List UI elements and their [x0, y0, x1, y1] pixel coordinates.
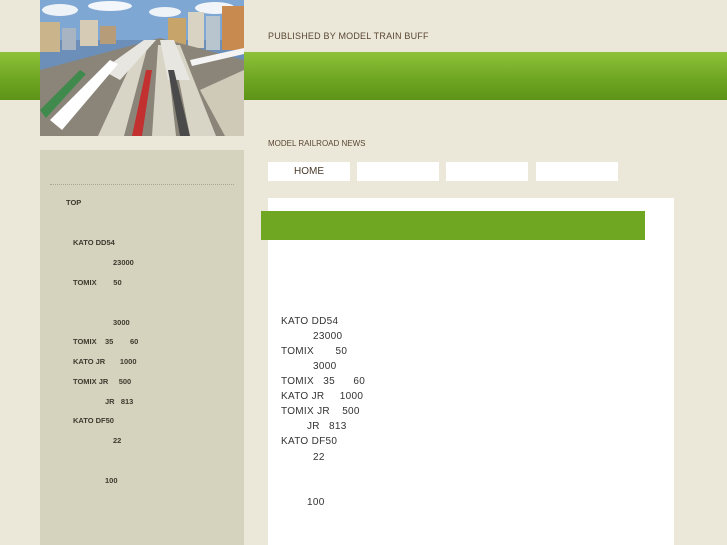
sidebar-item[interactable]: 23000	[113, 258, 134, 267]
main-content: KATO DD54 23000 TOMIX 50 3000 TOMIX 35 6…	[268, 198, 674, 545]
sidebar-item[interactable]: 22	[113, 436, 121, 445]
sidebar-item[interactable]: 3000	[113, 318, 130, 327]
site-name[interactable]: MODEL RAILROAD NEWS	[268, 139, 366, 148]
nav-home-button[interactable]: HOME	[268, 162, 350, 181]
sidebar-item[interactable]: KATO DD54	[73, 238, 115, 247]
sidebar: TOP KATO DD54 23000 TOMIX 50 3000 TOMIX …	[40, 150, 244, 545]
sidebar-divider	[50, 184, 234, 185]
sidebar-item[interactable]: TOMIX 35 60	[73, 337, 138, 346]
sidebar-item[interactable]: 100	[105, 476, 118, 485]
nav-button-4[interactable]	[536, 162, 618, 181]
nav-button-3[interactable]	[446, 162, 528, 181]
content-line: 23000	[313, 331, 343, 342]
sidebar-item[interactable]: TOMIX 50	[73, 278, 122, 287]
content-line: TOMIX JR 500	[281, 406, 360, 417]
publisher-text: PUBLISHED BY MODEL TRAIN BUFF	[268, 31, 429, 41]
nav-button-2[interactable]	[357, 162, 439, 181]
content-line: 3000	[313, 361, 337, 372]
content-line: JR 813	[307, 421, 347, 432]
sidebar-item[interactable]: TOMIX JR 500	[73, 377, 131, 386]
sidebar-item[interactable]: JR 813	[105, 397, 133, 406]
content-line: KATO DD54	[281, 316, 339, 327]
content-line: TOMIX 50	[281, 346, 348, 357]
content-line: 100	[307, 497, 325, 508]
header-train-station-photo	[40, 0, 244, 136]
content-title-bar	[261, 211, 645, 240]
sidebar-item[interactable]: KATO JR 1000	[73, 357, 137, 366]
sidebar-top-link[interactable]: TOP	[66, 198, 81, 207]
sidebar-item[interactable]: KATO DF50	[73, 416, 114, 425]
content-line: KATO JR 1000	[281, 391, 364, 402]
content-line: 22	[313, 452, 325, 463]
content-line: TOMIX 35 60	[281, 376, 366, 387]
content-line: KATO DF50	[281, 436, 338, 447]
